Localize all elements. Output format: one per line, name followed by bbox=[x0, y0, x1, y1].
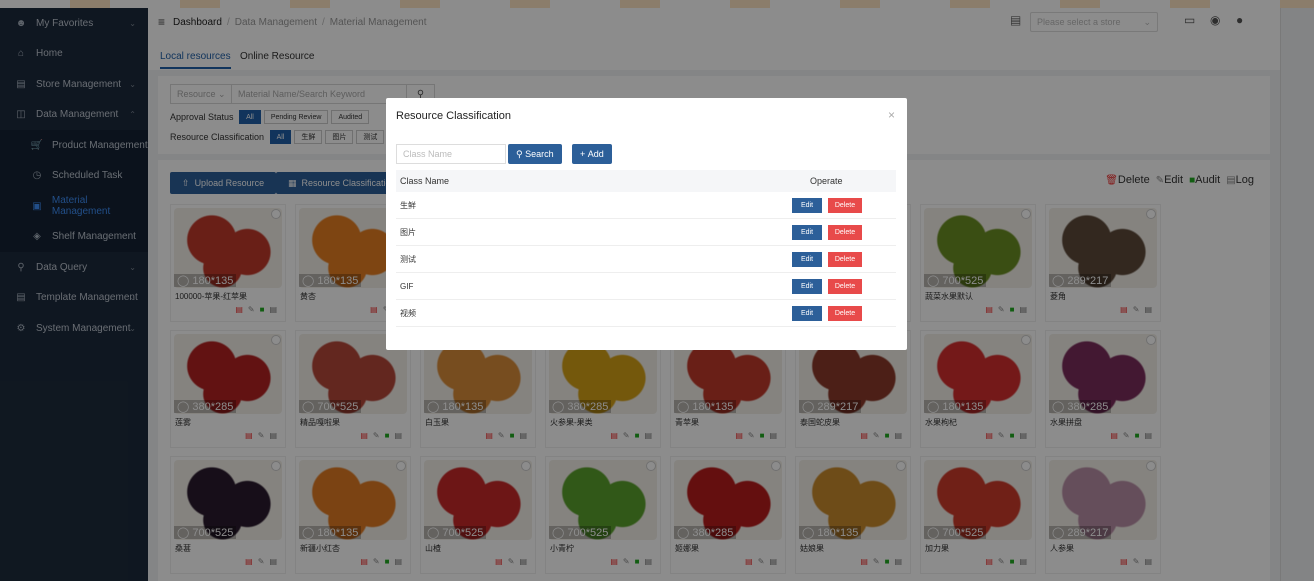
modal-add-button[interactable]: + Add bbox=[572, 144, 612, 164]
plus-icon: + bbox=[580, 149, 586, 159]
class-table: Class Name Operate 生鲜 Edit Delete 图片 Edit Del… bbox=[396, 170, 896, 327]
class-table-header: Class Name Operate bbox=[396, 170, 896, 192]
delete-button[interactable]: Delete bbox=[828, 251, 862, 267]
class-row: GIF Edit Delete bbox=[396, 273, 896, 300]
delete-button[interactable]: Delete bbox=[828, 305, 862, 321]
class-name-input[interactable]: Class Name bbox=[396, 144, 506, 164]
class-name: 生鲜 bbox=[400, 200, 416, 210]
edit-button[interactable]: Edit bbox=[792, 224, 822, 240]
class-name: GIF bbox=[400, 281, 414, 291]
class-name: 测试 bbox=[400, 254, 416, 264]
modal-title: Resource Classification bbox=[396, 110, 511, 122]
delete-button[interactable]: Delete bbox=[828, 197, 862, 213]
class-row: 生鲜 Edit Delete bbox=[396, 192, 896, 219]
search-icon: ⚲ bbox=[516, 148, 523, 159]
class-table-body: 生鲜 Edit Delete 图片 Edit Delete 测试 Edit Delete GIF E… bbox=[396, 192, 896, 327]
class-row: 图片 Edit Delete bbox=[396, 219, 896, 246]
delete-button[interactable]: Delete bbox=[828, 278, 862, 294]
edit-button[interactable]: Edit bbox=[792, 305, 822, 321]
class-row: 测试 Edit Delete bbox=[396, 246, 896, 273]
modal-search-button[interactable]: ⚲ Search bbox=[508, 144, 562, 164]
class-name: 图片 bbox=[400, 227, 416, 237]
class-row: 视频 Edit Delete bbox=[396, 300, 896, 327]
close-icon[interactable]: × bbox=[888, 108, 895, 122]
edit-button[interactable]: Edit bbox=[792, 197, 822, 213]
edit-button[interactable]: Edit bbox=[792, 251, 822, 267]
delete-button[interactable]: Delete bbox=[828, 224, 862, 240]
resource-classification-modal: Resource Classification × Class Name ⚲ S… bbox=[386, 98, 907, 350]
class-name: 视频 bbox=[400, 308, 416, 318]
edit-button[interactable]: Edit bbox=[792, 278, 822, 294]
